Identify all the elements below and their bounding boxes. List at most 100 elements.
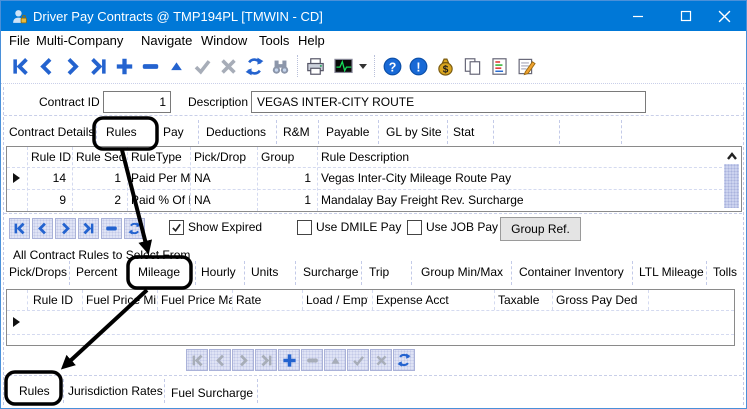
menu-tools[interactable]: Tools (259, 33, 289, 48)
show-expired-checkbox[interactable] (169, 220, 184, 235)
tab-contract-details[interactable]: Contract Details (9, 125, 94, 139)
previous-record-button[interactable] (32, 218, 53, 239)
col-expense-acct[interactable]: Expense Acct (376, 290, 490, 310)
col-load-empty[interactable]: Load / Empt (306, 290, 368, 310)
monitor-dropdown-icon[interactable] (356, 55, 370, 77)
cancel-button[interactable] (370, 349, 392, 371)
menu-help[interactable]: Help (298, 33, 325, 48)
notes-edit-icon[interactable] (515, 55, 537, 77)
find-icon[interactable] (269, 55, 291, 77)
close-button[interactable] (702, 1, 746, 31)
minimize-button[interactable] (616, 1, 660, 31)
divider (4, 213, 742, 214)
driver-pay-icon[interactable]: $ (434, 55, 456, 77)
window-title: Driver Pay Contracts @ TMP194PL [TMWIN -… (33, 9, 323, 24)
previous-record-icon[interactable] (35, 55, 57, 77)
next-record-button[interactable] (55, 218, 76, 239)
cancel-icon[interactable] (217, 55, 239, 77)
menu-navigate[interactable]: Navigate (141, 33, 192, 48)
move-up-button[interactable] (324, 349, 346, 371)
last-record-button[interactable] (78, 218, 99, 239)
col-rule-id[interactable]: Rule ID (31, 147, 72, 167)
col-gross-pay-ded[interactable]: Gross Pay Ded (556, 290, 644, 310)
use-dmile-pay-checkbox[interactable] (297, 220, 312, 235)
add-record-button[interactable] (278, 349, 300, 371)
tab-rules-bottom[interactable]: Rules (19, 384, 50, 398)
refresh-button[interactable] (393, 349, 415, 371)
tab-payable[interactable]: Payable (326, 125, 369, 139)
tab-gl-by-site[interactable]: GL by Site (386, 125, 442, 139)
print-icon[interactable] (304, 55, 326, 77)
col-taxable[interactable]: Taxable (498, 290, 548, 310)
svg-text:!: ! (416, 60, 420, 74)
tab-rm[interactable]: R&M (283, 125, 310, 139)
tab-mileage[interactable]: Mileage (138, 265, 180, 279)
col-rule-description[interactable]: Rule Description (321, 147, 621, 167)
col-rule-id[interactable]: Rule ID (33, 290, 78, 310)
svg-text:$: $ (442, 64, 448, 75)
move-up-icon[interactable] (165, 55, 187, 77)
col-fuel-price-min[interactable]: Fuel Price Mi (86, 290, 157, 310)
menu-window[interactable]: Window (201, 33, 247, 48)
tab-trip[interactable]: Trip (369, 265, 389, 279)
copy-icon[interactable] (461, 55, 483, 77)
tab-pick-drops[interactable]: Pick/Drops (9, 265, 67, 279)
contract-id-field[interactable]: 1 (103, 91, 171, 113)
refresh-button[interactable] (124, 218, 145, 239)
next-record-icon[interactable] (61, 55, 83, 77)
menu-multi-company[interactable]: Multi-Company (36, 33, 123, 48)
col-rule-type[interactable]: RuleType (131, 147, 190, 167)
description-label: Description (188, 95, 248, 109)
accept-button[interactable] (347, 349, 369, 371)
col-fuel-price-max[interactable]: Fuel Price Max (161, 290, 232, 310)
current-row-marker (13, 317, 20, 327)
tab-ltl-mileage[interactable]: LTL Mileage (639, 265, 704, 279)
first-record-button[interactable] (186, 349, 208, 371)
tab-deductions[interactable]: Deductions (206, 125, 266, 139)
next-record-button[interactable] (232, 349, 254, 371)
scrollbar-track[interactable] (724, 164, 739, 208)
use-dmile-pay-label: Use DMILE Pay (316, 220, 401, 234)
tab-stat[interactable]: Stat (453, 125, 474, 139)
tab-container-inventory[interactable]: Container Inventory (519, 265, 624, 279)
scroll-up-icon[interactable] (724, 149, 739, 163)
tab-units[interactable]: Units (251, 265, 278, 279)
delete-record-button[interactable] (301, 349, 323, 371)
delete-record-icon[interactable] (139, 55, 161, 77)
tab-hourly[interactable]: Hourly (201, 265, 236, 279)
menu-file[interactable]: File (9, 33, 30, 48)
tab-pay[interactable]: Pay (163, 125, 184, 139)
app-window: Driver Pay Contracts @ TMP194PL [TMWIN -… (0, 0, 747, 409)
accept-icon[interactable] (191, 55, 213, 77)
add-record-icon[interactable] (113, 55, 135, 77)
divider (4, 115, 744, 116)
description-field[interactable]: VEGAS INTER-CITY ROUTE (251, 91, 646, 113)
report-icon[interactable] (488, 55, 510, 77)
previous-record-button[interactable] (209, 349, 231, 371)
tab-jurisdiction-rates[interactable]: Jurisdiction Rates (68, 384, 163, 398)
group-ref-button[interactable]: Group Ref. (500, 217, 581, 241)
first-record-icon[interactable] (9, 55, 31, 77)
use-job-pay-checkbox[interactable] (407, 220, 422, 235)
delete-record-button[interactable] (101, 218, 122, 239)
last-record-icon[interactable] (87, 55, 109, 77)
col-group[interactable]: Group (261, 147, 317, 167)
refresh-icon[interactable] (243, 55, 265, 77)
tab-rules[interactable]: Rules (106, 125, 137, 139)
tab-surcharge[interactable]: Surcharge (303, 265, 358, 279)
monitor-icon[interactable] (332, 55, 354, 77)
tab-tolls[interactable]: Tolls (713, 265, 737, 279)
tab-group-min-max[interactable]: Group Min/Max (421, 265, 503, 279)
col-rate[interactable]: Rate (236, 290, 298, 310)
tab-fuel-surcharge[interactable]: Fuel Surcharge (171, 386, 253, 400)
last-record-button[interactable] (255, 349, 277, 371)
toolbar: ? ! $ (1, 49, 746, 84)
col-pick-drop[interactable]: Pick/Drop (194, 147, 257, 167)
col-rule-seq[interactable]: Rule Seq (76, 147, 127, 167)
select-section-title: All Contract Rules to Select From (13, 248, 190, 262)
app-icon (11, 8, 28, 28)
help-icon[interactable]: ? (381, 55, 403, 77)
tab-percent[interactable]: Percent (76, 265, 117, 279)
first-record-button[interactable] (9, 218, 30, 239)
info-icon[interactable]: ! (407, 55, 429, 77)
